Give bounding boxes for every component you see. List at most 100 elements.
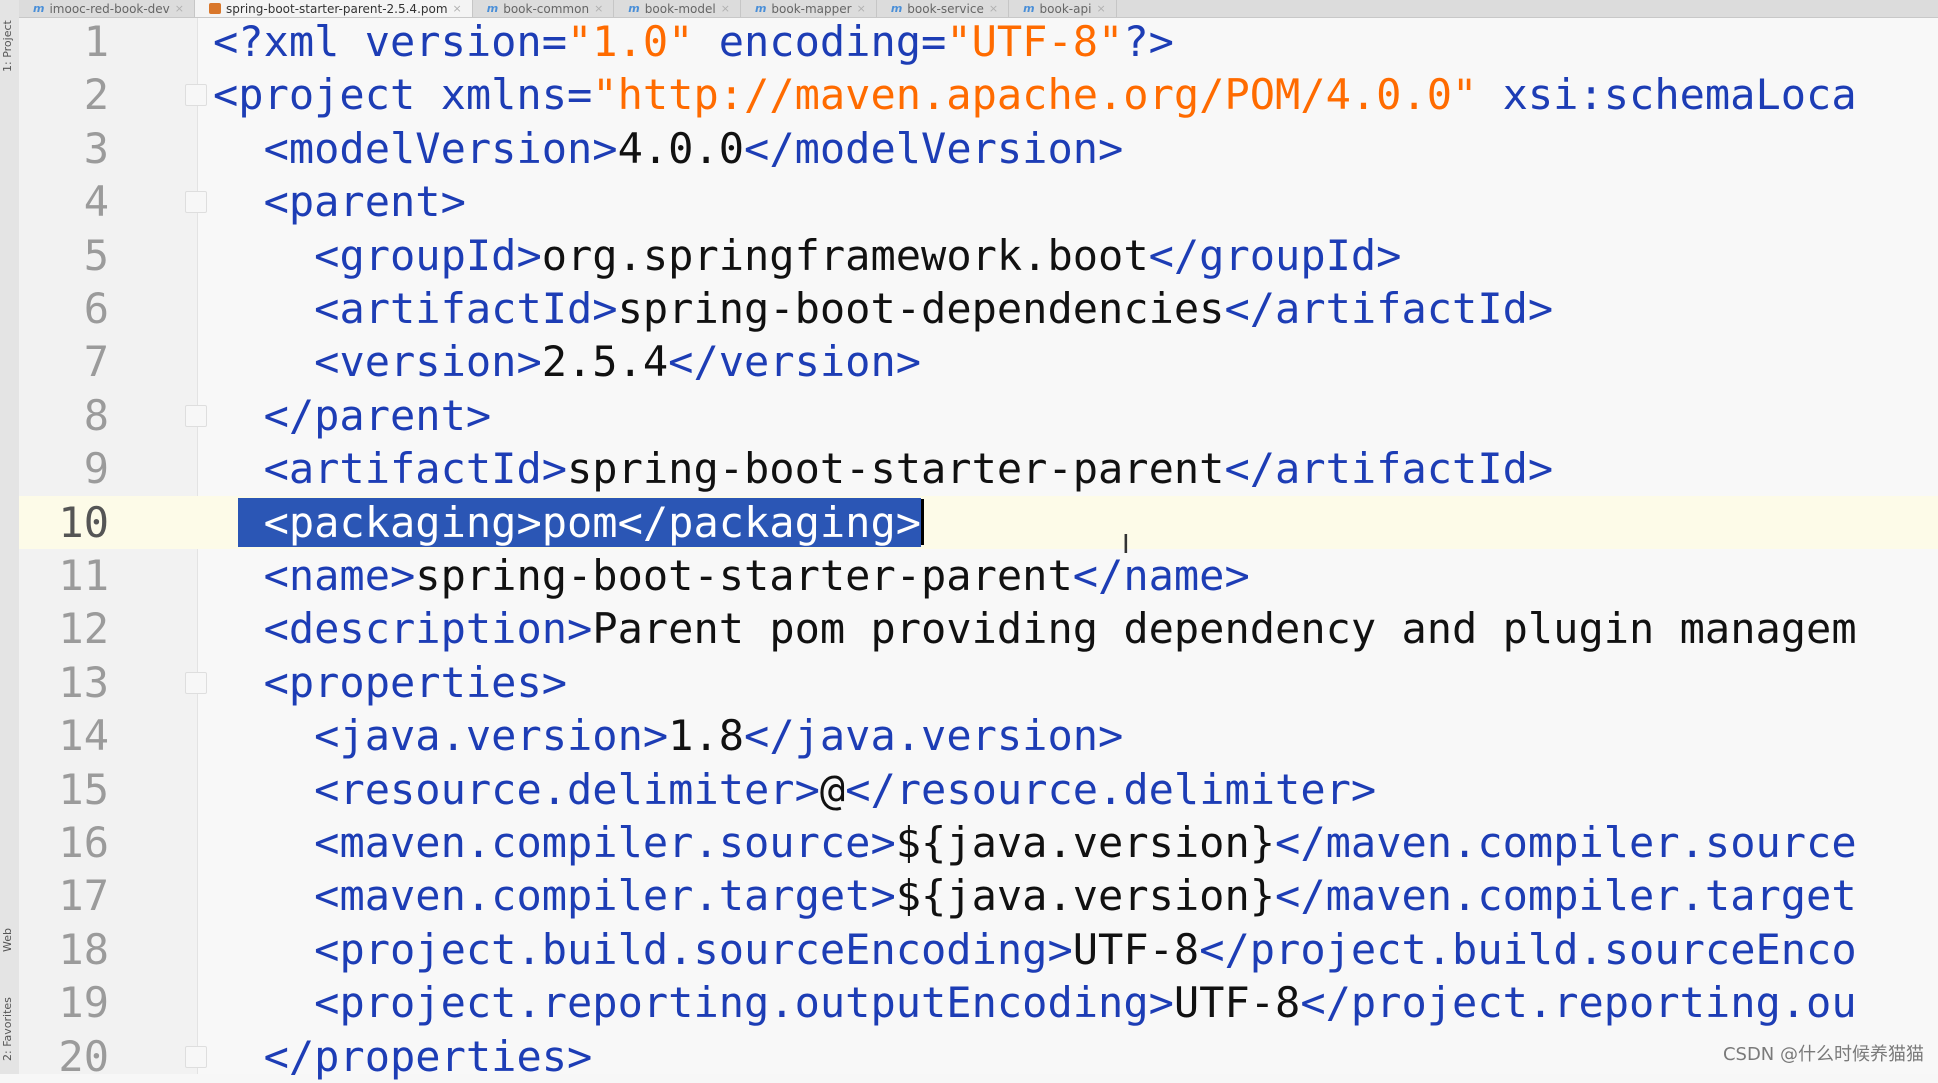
code-line[interactable]: 12 <description>Parent pom providing dep… xyxy=(19,602,1938,655)
text-token: UTF-8 xyxy=(1072,924,1200,974)
code-line[interactable]: 13 <properties> xyxy=(19,656,1938,709)
code-line[interactable]: 6 <artifactId>spring-boot-dependencies</… xyxy=(19,282,1938,335)
text-token: spring-boot-dependencies xyxy=(617,284,1225,333)
line-number: 3 xyxy=(83,123,109,173)
close-icon[interactable]: × xyxy=(453,2,462,15)
xml-tag-token: <artifactId> xyxy=(314,284,618,333)
close-icon[interactable]: × xyxy=(989,2,998,15)
line-number: 20 xyxy=(58,1031,109,1081)
code-line[interactable]: 1 <?xml version="1.0" encoding="UTF-8"?> xyxy=(19,15,1938,68)
fold-marker-icon[interactable] xyxy=(185,671,207,694)
close-icon[interactable]: × xyxy=(857,2,866,15)
xml-tag-token: ?> xyxy=(1123,17,1174,66)
code-line[interactable]: 15 <resource.delimiter>@</resource.delim… xyxy=(19,763,1938,816)
module-icon: m xyxy=(754,2,767,15)
code-line[interactable]: 18 <project.build.sourceEncoding>UTF-8</… xyxy=(19,923,1938,976)
code-line[interactable]: 17 <maven.compiler.target>${java.version… xyxy=(19,869,1938,922)
line-number: 17 xyxy=(58,871,109,921)
line-number: 6 xyxy=(83,284,109,333)
close-icon[interactable]: × xyxy=(594,2,603,15)
code-line[interactable]: 2 <project xmlns="http://maven.apache.org… xyxy=(19,68,1938,121)
xml-tag-token: xsi:schemaLoca xyxy=(1477,70,1857,120)
code-text: </parent> xyxy=(213,389,492,442)
line-number: 1 xyxy=(83,17,109,66)
line-number: 7 xyxy=(83,337,109,387)
xml-tag-token: <name> xyxy=(263,551,416,600)
code-text: <artifactId>spring-boot-starter-parent</… xyxy=(213,442,1554,495)
xml-tag-token: </artifactId> xyxy=(1224,444,1554,494)
module-icon: m xyxy=(628,2,640,15)
line-number: 5 xyxy=(83,230,109,280)
code-text: <project.build.sourceEncoding>UTF-8</pro… xyxy=(213,923,1857,976)
xml-tag-token: </properties> xyxy=(263,1031,593,1081)
xml-tag-token: <description> xyxy=(263,604,593,654)
code-line[interactable]: 14 <java.version>1.8</java.version> xyxy=(19,709,1938,762)
project-tool-button[interactable]: 1: Project xyxy=(1,4,17,88)
web-tool-button[interactable]: Web xyxy=(1,905,17,975)
code-line[interactable]: 7 <version>2.5.4</version> xyxy=(19,335,1938,388)
code-line[interactable]: 8 </parent> xyxy=(19,389,1938,442)
text-token: org.springframework.boot xyxy=(541,230,1149,280)
code-text: <properties> xyxy=(213,656,567,709)
line-number: 11 xyxy=(58,551,109,600)
code-line[interactable]: 19 <project.reporting.outputEncoding>UTF… xyxy=(19,976,1938,1029)
line-number: 12 xyxy=(58,604,109,654)
line-number: 18 xyxy=(58,924,109,974)
fold-marker-icon[interactable] xyxy=(185,84,207,107)
selected-text: <packaging>pom</packaging> xyxy=(238,497,922,547)
code-line[interactable]: 16 <maven.compiler.source>${java.version… xyxy=(19,816,1938,869)
xml-tag-token: <project xmlns= xyxy=(213,70,593,120)
code-text: <project xmlns="http://maven.apache.org/… xyxy=(213,68,1857,121)
code-line[interactable]: 4 <parent> xyxy=(19,175,1938,228)
xml-file-icon xyxy=(209,3,222,14)
code-text: <artifactId>spring-boot-dependencies</ar… xyxy=(213,282,1553,335)
code-text: <resource.delimiter>@</resource.delimite… xyxy=(213,763,1376,816)
xml-tag-token: <project.build.sourceEncoding> xyxy=(314,924,1073,974)
xml-tag-token: <java.version> xyxy=(314,711,669,761)
line-number: 8 xyxy=(83,390,109,440)
xml-tag-token: </modelVersion> xyxy=(744,123,1124,173)
code-line[interactable]: 11 <name>spring-boot-starter-parent</nam… xyxy=(19,549,1938,602)
xml-tag-token: <?xml version= xyxy=(213,17,568,66)
code-text: <maven.compiler.source>${java.version}</… xyxy=(213,816,1856,869)
xml-tag-token: <resource.delimiter> xyxy=(314,764,820,814)
fold-marker-icon[interactable] xyxy=(185,404,207,427)
text-token: 1.8 xyxy=(668,711,745,761)
line-number: 16 xyxy=(58,818,109,867)
text-token: 2.5.4 xyxy=(541,337,669,387)
text-token: 4.0.0 xyxy=(617,123,745,173)
code-editor[interactable]: 1 <?xml version="1.0" encoding="UTF-8"?> 2… xyxy=(19,15,1938,1081)
xml-tag-token: </project.build.sourceEnco xyxy=(1199,924,1857,974)
code-text: <modelVersion>4.0.0</modelVersion> xyxy=(213,122,1124,175)
watermark: CSDN @什么时候养猫猫 xyxy=(1722,1044,1924,1065)
fold-marker-icon[interactable] xyxy=(185,1045,207,1068)
xml-tag-token: encoding= xyxy=(693,17,947,66)
code-line[interactable]: 10 <packaging>pom</packaging> xyxy=(19,495,1938,549)
code-line[interactable]: 3 <modelVersion>4.0.0</modelVersion> xyxy=(19,122,1938,175)
text-token: spring-boot-starter-parent xyxy=(415,551,1073,600)
close-icon[interactable]: × xyxy=(175,2,184,15)
code-line[interactable]: 9 <artifactId>spring-boot-starter-parent… xyxy=(19,442,1938,495)
fold-marker-icon[interactable] xyxy=(185,191,207,214)
tab-label: spring-boot-starter-parent-2.5.4.pom xyxy=(226,1,448,16)
code-text: <description>Parent pom providing depend… xyxy=(213,602,1857,655)
code-line[interactable]: 5 <groupId>org.springframework.boot</gro… xyxy=(19,229,1938,282)
xml-tag-token: </project.reporting.ou xyxy=(1300,978,1857,1028)
xml-tag-token: </name> xyxy=(1072,551,1250,600)
code-line[interactable]: 20 </properties> xyxy=(19,1030,1938,1083)
close-icon[interactable]: × xyxy=(1096,2,1105,15)
attribute-value-token: "http://maven.apache.org/POM/4.0.0" xyxy=(592,70,1478,120)
close-icon[interactable]: × xyxy=(721,2,730,15)
xml-tag-token: <maven.compiler.source> xyxy=(314,818,896,867)
line-number: 4 xyxy=(83,177,109,227)
text-token: spring-boot-starter-parent xyxy=(567,444,1225,494)
favorites-tool-button[interactable]: 2: Favorites xyxy=(1,985,17,1074)
